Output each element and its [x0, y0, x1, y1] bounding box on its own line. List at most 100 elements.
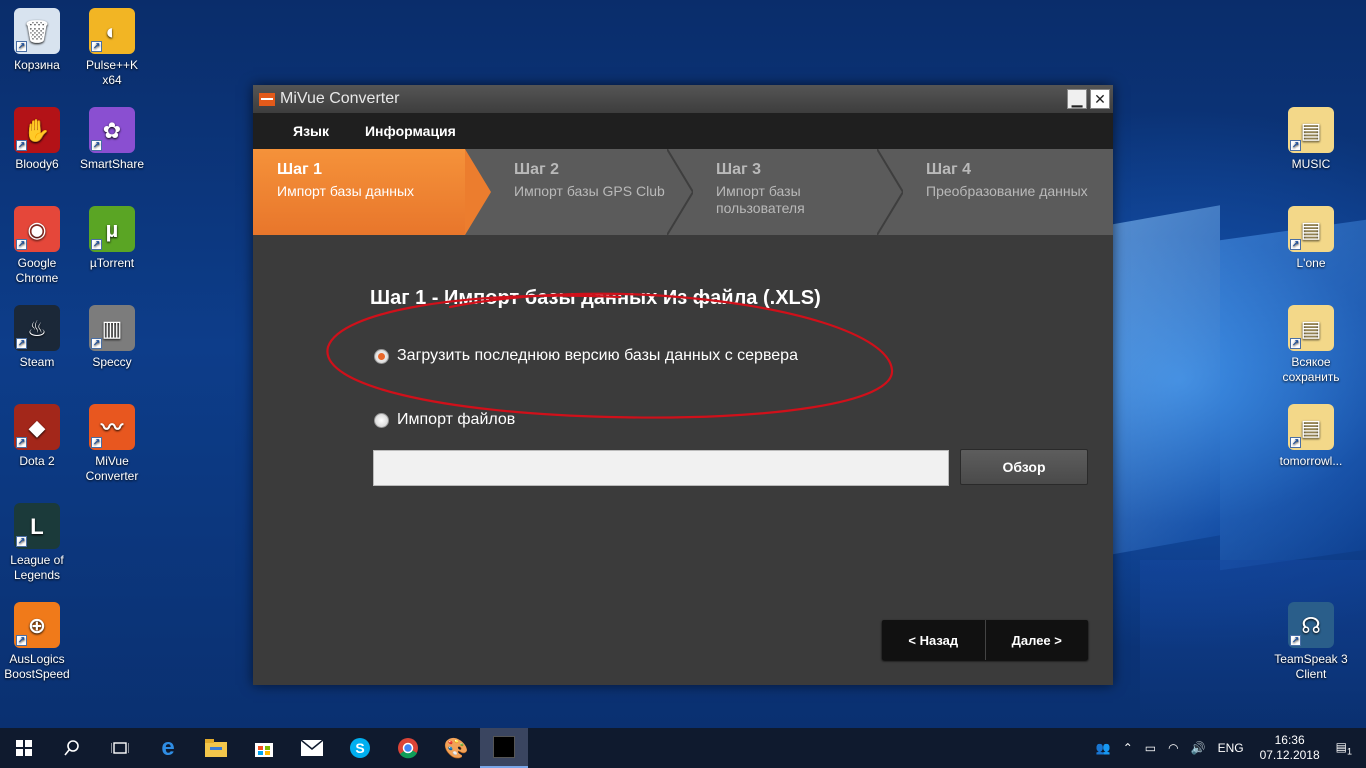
people-icon[interactable]: 👥: [1096, 741, 1111, 755]
title-bar[interactable]: MiVue Converter ▁ ✕: [253, 85, 1113, 113]
clock[interactable]: 16:36 07.12.2018: [1260, 733, 1320, 763]
page-heading: Шаг 1 - Импорт базы данных Из файла (.XL…: [370, 287, 821, 309]
chevron-up-icon[interactable]: ⌃: [1123, 741, 1133, 755]
task-view-icon[interactable]: [96, 728, 144, 768]
desktop-icon-label: L'one: [1296, 256, 1326, 270]
shortcut-arrow-icon: ↗: [91, 437, 102, 448]
desktop-app-icon: ✋ ↗: [14, 107, 60, 153]
step-content: Шаг 1 - Импорт базы данных Из файла (.XL…: [253, 235, 1113, 685]
shortcut-arrow-icon: ↗: [91, 41, 102, 52]
step-number: Шаг 1: [277, 161, 322, 178]
step-description: Импорт базы пользователя: [716, 183, 805, 216]
shortcut-arrow-icon: ↗: [16, 536, 27, 547]
step-2: Шаг 2 Импорт базы GPS Club: [465, 149, 667, 235]
step-number: Шаг 3: [716, 161, 761, 178]
wizard-navigation: < Назад Далее >: [882, 620, 1088, 660]
wallpaper-beam: [1110, 205, 1220, 555]
skype-icon[interactable]: S: [336, 728, 384, 768]
desktop-icon-label: MUSIC: [1291, 157, 1331, 171]
desktop-icon-label: µTorrent: [89, 256, 135, 270]
step-description: Импорт базы GPS Club: [514, 183, 665, 199]
notifications-icon[interactable]: ▤1: [1336, 740, 1352, 756]
desktop-icon-label: SmartShare: [79, 157, 145, 171]
desktop-app-icon: L ↗: [14, 503, 60, 549]
desktop-icon[interactable]: ▤ ↗ L'one: [1274, 206, 1348, 271]
desktop-icon[interactable]: ▤ ↗ MUSIC: [1274, 107, 1348, 172]
desktop-icon[interactable]: ☊ ↗ TeamSpeak 3 Client: [1274, 602, 1348, 682]
desktop-app-icon: ▤ ↗: [1288, 305, 1334, 351]
shortcut-arrow-icon: ↗: [16, 338, 27, 349]
desktop-icon[interactable]: ✿ ↗ SmartShare: [75, 107, 149, 172]
desktop-icon-label: Google Chrome: [15, 256, 59, 285]
desktop-icon[interactable]: ▤ ↗ tomorrowl...: [1274, 404, 1348, 469]
radio-button[interactable]: [374, 412, 389, 428]
desktop-icon[interactable]: ✋ ↗ Bloody6: [0, 107, 74, 172]
step-number: Шаг 4: [926, 161, 971, 178]
shortcut-arrow-icon: ↗: [1290, 239, 1301, 250]
store-icon[interactable]: [240, 728, 288, 768]
shortcut-arrow-icon: ↗: [16, 437, 27, 448]
shortcut-arrow-icon: ↗: [91, 140, 102, 151]
mail-icon[interactable]: [288, 728, 336, 768]
desktop-icon[interactable]: ◉ ↗ Google Chrome: [0, 206, 74, 286]
language-indicator[interactable]: ENG: [1218, 741, 1244, 755]
chrome-icon[interactable]: [384, 728, 432, 768]
wifi-icon[interactable]: ◠: [1168, 741, 1178, 755]
desktop-icon-label: Bloody6: [15, 157, 59, 171]
desktop-icon[interactable]: 〰 ↗ MiVue Converter: [75, 404, 149, 484]
desktop-app-icon: ▤ ↗: [1288, 404, 1334, 450]
wizard-steps: Шаг 1 Импорт базы данных Шаг 2 Импорт ба…: [253, 149, 1113, 235]
edge-icon[interactable]: e: [144, 728, 192, 768]
desktop-icon[interactable]: ◆ ↗ Dota 2: [0, 404, 74, 469]
clock-date: 07.12.2018: [1259, 748, 1320, 762]
battery-icon[interactable]: ▭: [1145, 741, 1156, 755]
desktop-icon[interactable]: ◐ ↗ Pulse++K x64: [75, 8, 149, 88]
desktop-app-icon: ▤ ↗: [1288, 206, 1334, 252]
back-button[interactable]: < Назад: [882, 620, 985, 660]
desktop-icon[interactable]: ⊕ ↗ AusLogics BoostSpeed: [0, 602, 74, 682]
radio-button-checked[interactable]: [374, 348, 389, 364]
desktop-icon[interactable]: ▥ ↗ Speccy: [75, 305, 149, 370]
desktop-app-icon: ✿ ↗: [89, 107, 135, 153]
desktop-icon[interactable]: ▤ ↗ Всякое сохранить: [1274, 305, 1348, 385]
option-download-server[interactable]: Загрузить последнюю версию базы данных с…: [374, 347, 798, 365]
shortcut-arrow-icon: ↗: [1290, 437, 1301, 448]
desktop-icon[interactable]: 🗑 ↗ Корзина: [0, 8, 74, 73]
desktop-icon-label: Всякое сохранить: [1282, 355, 1340, 384]
wallpaper-beam: [1220, 219, 1366, 571]
desktop-app-icon: ♨ ↗: [14, 305, 60, 351]
shortcut-arrow-icon: ↗: [91, 338, 102, 349]
desktop-app-icon: ⊕ ↗: [14, 602, 60, 648]
mivue-converter-window: MiVue Converter ▁ ✕ Язык Информация Шаг …: [253, 85, 1113, 685]
desktop-icon[interactable]: ♨ ↗ Steam: [0, 305, 74, 370]
volume-icon[interactable]: 🔊: [1191, 741, 1206, 755]
step-description: Преобразование данных: [926, 183, 1088, 199]
desktop-app-icon: ◐ ↗: [89, 8, 135, 54]
menu-language[interactable]: Язык: [293, 123, 329, 139]
shortcut-arrow-icon: ↗: [16, 41, 27, 52]
explorer-icon[interactable]: [192, 728, 240, 768]
desktop-app-icon: ◉ ↗: [14, 206, 60, 252]
search-icon[interactable]: [48, 728, 96, 768]
close-button[interactable]: ✕: [1090, 89, 1110, 109]
option-import-files[interactable]: Импорт файлов: [374, 411, 515, 429]
step-number: Шаг 2: [514, 161, 559, 178]
browse-button[interactable]: Обзор: [960, 449, 1088, 485]
desktop-icon[interactable]: µ ↗ µTorrent: [75, 206, 149, 271]
minimize-button[interactable]: ▁: [1067, 89, 1087, 109]
menu-information[interactable]: Информация: [365, 123, 456, 139]
desktop-icon-label: tomorrowl...: [1279, 454, 1343, 468]
start-icon[interactable]: [0, 728, 48, 768]
desktop-icon-label: Dota 2: [19, 454, 55, 468]
next-button[interactable]: Далее >: [984, 620, 1089, 660]
desktop-icon[interactable]: L ↗ League of Legends: [0, 503, 74, 583]
system-tray: 👥 ⌃ ▭ ◠ 🔊 ENG 16:36 07.12.2018 ▤1: [1090, 728, 1366, 768]
taskbar: e S 🎨 👥 ⌃ ▭ ◠ 🔊 ENG 16:36 07.12.2018 ▤1: [0, 728, 1366, 768]
mivue-icon[interactable]: [480, 728, 528, 768]
desktop-app-icon: ◆ ↗: [14, 404, 60, 450]
desktop-app-icon: ▥ ↗: [89, 305, 135, 351]
paint-icon[interactable]: 🎨: [432, 728, 480, 768]
desktop-icon-label: Корзина: [14, 58, 60, 72]
step-1: Шаг 1 Импорт базы данных: [253, 149, 491, 235]
file-path-input[interactable]: [373, 450, 949, 486]
